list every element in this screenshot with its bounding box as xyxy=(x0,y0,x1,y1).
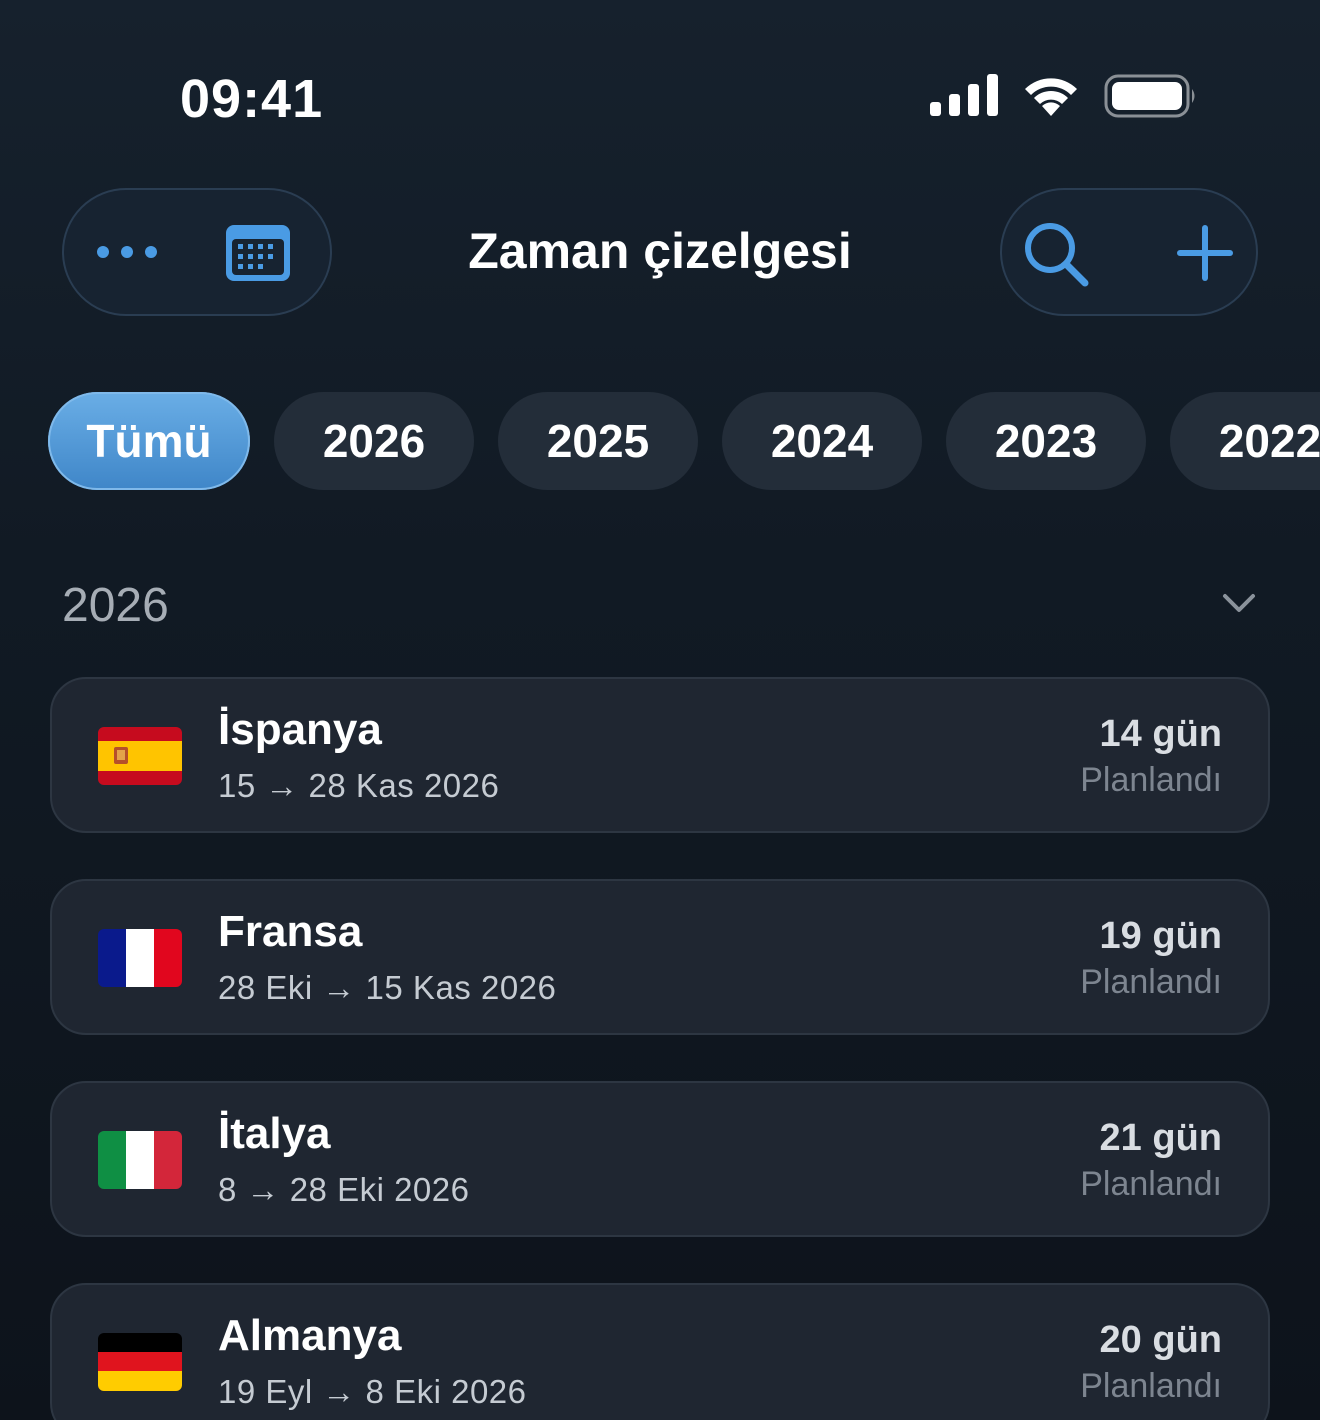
trip-duration: 19 gün xyxy=(1099,915,1222,957)
wifi-icon xyxy=(1025,78,1077,116)
chip-2024[interactable]: 2024 xyxy=(722,392,922,490)
section-year-header: 2026 xyxy=(62,579,169,632)
battery-icon xyxy=(1104,74,1195,118)
year-filter-chips: Tümü 2026 2025 2024 2023 2022 xyxy=(48,392,1320,490)
timeline-screen: 09:41 Zaman çizelgesi Tümü 2026 2025 202… xyxy=(0,0,1320,1420)
trip-card-italy[interactable]: İtalya 8 → 28 Eki 2026 21 gün Planlandı xyxy=(50,1081,1270,1237)
trip-country: İspanya xyxy=(218,705,382,754)
trip-dates: 8 → 28 Eki 2026 xyxy=(218,1171,470,1208)
trip-status: Planlandı xyxy=(1080,1165,1222,1203)
chip-2023[interactable]: 2023 xyxy=(946,392,1146,490)
spain-flag-icon xyxy=(98,727,182,785)
chip-2022[interactable]: 2022 xyxy=(1170,392,1320,490)
trip-dates: 19 Eyl → 8 Eki 2026 xyxy=(218,1373,527,1410)
italy-flag-icon xyxy=(98,1131,182,1189)
trip-country: Almanya xyxy=(218,1311,402,1360)
trip-country: İtalya xyxy=(218,1109,331,1158)
trip-duration: 21 gün xyxy=(1099,1117,1222,1159)
chip-2026[interactable]: 2026 xyxy=(274,392,474,490)
germany-flag-icon xyxy=(98,1333,182,1391)
add-trip-button[interactable] xyxy=(1176,224,1234,282)
chip-all[interactable]: Tümü xyxy=(48,392,250,490)
search-icon xyxy=(1025,223,1089,287)
trip-card-spain[interactable]: İspanya 15 → 28 Kas 2026 14 gün Planland… xyxy=(50,677,1270,833)
status-icons xyxy=(930,74,1198,118)
trip-status: Planlandı xyxy=(1080,1367,1222,1405)
cellular-signal-icon xyxy=(930,74,998,116)
trip-card-france[interactable]: Fransa 28 Eki → 15 Kas 2026 19 gün Planl… xyxy=(50,879,1270,1035)
trip-dates: 15 → 28 Kas 2026 xyxy=(218,767,500,804)
plus-icon xyxy=(1177,225,1233,281)
chevron-down-icon xyxy=(1223,594,1255,612)
chip-2025[interactable]: 2025 xyxy=(498,392,698,490)
trip-status: Planlandı xyxy=(1080,761,1222,799)
trip-card-germany[interactable]: Almanya 19 Eyl → 8 Eki 2026 20 gün Planl… xyxy=(50,1283,1270,1420)
trip-duration: 14 gün xyxy=(1099,713,1222,755)
trip-duration: 20 gün xyxy=(1099,1319,1222,1361)
trip-country: Fransa xyxy=(218,907,363,956)
status-time: 09:41 xyxy=(180,69,324,129)
trip-status: Planlandı xyxy=(1080,963,1222,1001)
section-collapse-button[interactable] xyxy=(1222,592,1256,619)
search-button[interactable] xyxy=(1022,220,1090,288)
trip-dates: 28 Eki → 15 Kas 2026 xyxy=(218,969,557,1006)
header-right-pill xyxy=(1000,188,1258,316)
france-flag-icon xyxy=(98,929,182,987)
